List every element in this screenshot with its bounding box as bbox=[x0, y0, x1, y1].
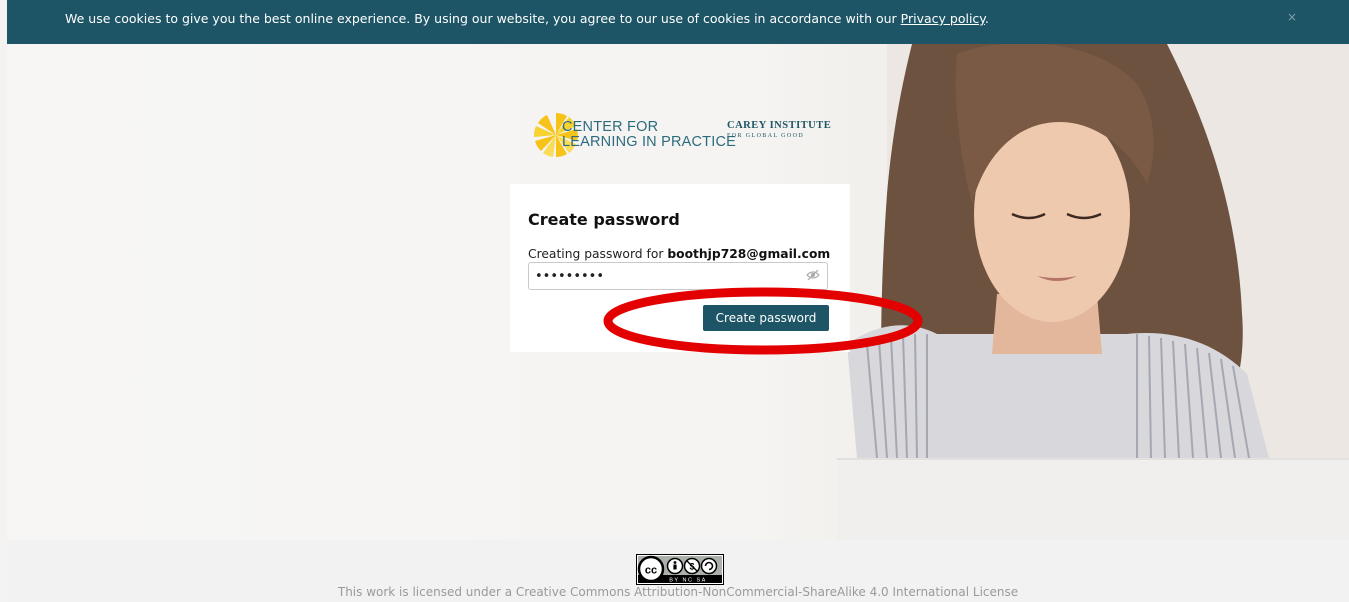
footer: cc $ BY NC SA This work is licensed unde… bbox=[7, 540, 1349, 602]
carey-logo-line1: CAREY INSTITUTE bbox=[727, 120, 832, 131]
carey-logo: CAREY INSTITUTE FOR GLOBAL GOOD bbox=[727, 120, 831, 139]
user-email: boothjp728@gmail.com bbox=[667, 247, 831, 261]
clip-logo-line2: LEARNING IN PRACTICE bbox=[562, 134, 736, 150]
create-password-card: Create password Creating password for bo… bbox=[510, 184, 850, 352]
close-icon[interactable]: × bbox=[1287, 10, 1297, 24]
cookie-suffix: . bbox=[984, 11, 989, 26]
cc-badge-text: BY NC SA bbox=[669, 578, 707, 584]
cookie-banner: We use cookies to give you the best onli… bbox=[7, 0, 1349, 44]
clip-logo-line1: CENTER FOR bbox=[562, 119, 659, 135]
page-title: Create password bbox=[528, 210, 680, 229]
svg-text:cc: cc bbox=[645, 565, 657, 577]
carey-logo-line2: FOR GLOBAL GOOD bbox=[727, 133, 805, 139]
eye-slash-icon[interactable] bbox=[806, 269, 820, 281]
clip-logo-text: CENTER FOR LEARNING IN PRACTICE bbox=[562, 120, 736, 150]
laptop bbox=[837, 458, 1349, 540]
privacy-policy-link[interactable]: Privacy policy bbox=[901, 11, 985, 26]
cookie-text: We use cookies to give you the best onli… bbox=[65, 11, 897, 26]
creative-commons-icon[interactable]: cc $ BY NC SA bbox=[636, 554, 724, 585]
password-input[interactable] bbox=[528, 262, 828, 290]
license-text: This work is licensed under a Creative C… bbox=[337, 585, 1019, 599]
creating-prefix: Creating password for bbox=[528, 247, 664, 261]
creating-password-label: Creating password for boothjp728@gmail.c… bbox=[528, 247, 830, 261]
create-password-button[interactable]: Create password bbox=[703, 305, 829, 331]
clip-logo: CENTER FOR LEARNING IN PRACTICE CAREY IN… bbox=[532, 112, 832, 162]
